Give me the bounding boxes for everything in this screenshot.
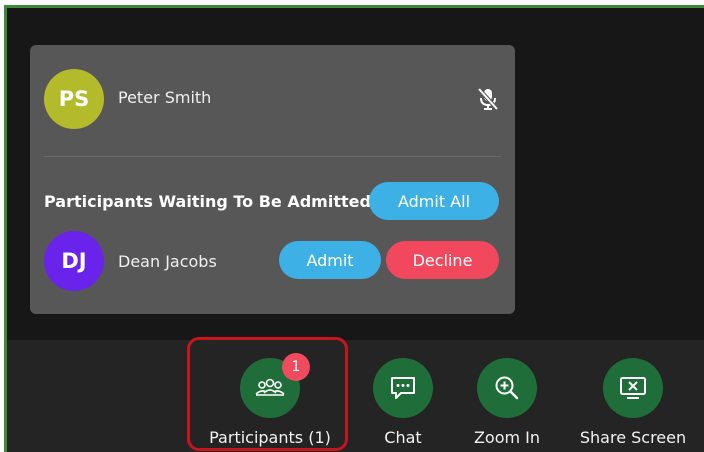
waiting-participant-name: Dean Jacobs bbox=[118, 252, 217, 271]
avatar-initials: DJ bbox=[61, 249, 87, 273]
share-screen-button-circle[interactable] bbox=[603, 358, 663, 418]
chat-icon bbox=[391, 377, 415, 399]
zoom-in-button-circle[interactable] bbox=[477, 358, 537, 418]
zoom-in-icon bbox=[495, 376, 519, 400]
chat-button-circle[interactable] bbox=[373, 358, 433, 418]
mic-muted-icon[interactable] bbox=[475, 86, 501, 112]
decline-button[interactable]: Decline bbox=[386, 241, 499, 279]
zoom-in-button[interactable]: Zoom In bbox=[467, 358, 547, 447]
participants-panel: PS Peter Smith Participants Waiting To B… bbox=[30, 45, 515, 314]
participant-name: Peter Smith bbox=[118, 88, 212, 107]
panel-divider bbox=[44, 156, 501, 157]
share-screen-button[interactable]: Share Screen bbox=[573, 358, 693, 447]
admit-all-button[interactable]: Admit All bbox=[369, 182, 499, 220]
zoom-in-label: Zoom In bbox=[473, 428, 541, 447]
admit-button[interactable]: Admit bbox=[279, 241, 381, 279]
participants-highlight-box bbox=[187, 337, 348, 451]
avatar-dean-jacobs: DJ bbox=[44, 231, 104, 291]
share-screen-label: Share Screen bbox=[579, 428, 687, 447]
avatar-peter-smith: PS bbox=[44, 69, 104, 129]
meeting-toolbar: Participants (1) 1 Chat Zoom In Share Sc… bbox=[7, 340, 704, 452]
chat-label: Chat bbox=[384, 428, 422, 447]
meeting-window: PS Peter Smith Participants Waiting To B… bbox=[4, 5, 704, 452]
share-screen-icon bbox=[620, 377, 646, 399]
meeting-stage: PS Peter Smith Participants Waiting To B… bbox=[7, 8, 704, 340]
chat-button[interactable]: Chat bbox=[373, 358, 433, 447]
avatar-initials: PS bbox=[58, 87, 90, 111]
waiting-room-title: Participants Waiting To Be Admitted bbox=[44, 192, 371, 211]
